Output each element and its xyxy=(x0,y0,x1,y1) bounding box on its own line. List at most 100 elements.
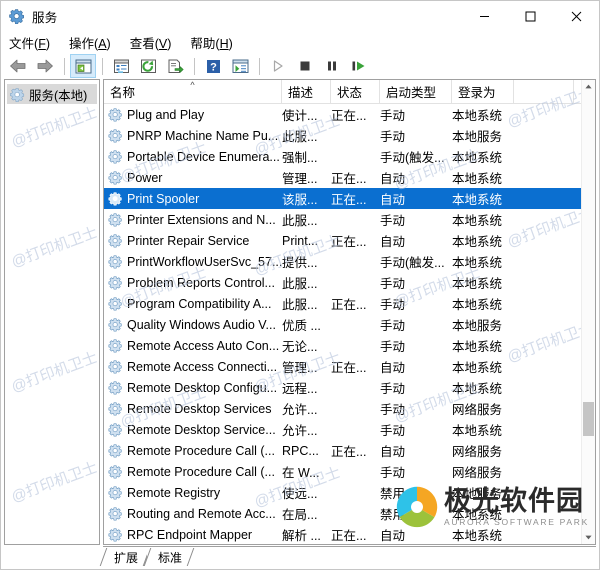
cell-desc: RPC... xyxy=(282,443,319,458)
cell-desc: 允许... xyxy=(282,403,318,417)
console-tree-pane: 服务(本地) @打印机卫士@打印机卫士@打印机卫士@打印机卫士@打印机卫士@打印… xyxy=(4,79,100,545)
table-row[interactable]: Quality Windows Audio V... 优质 ... 手动 本地服务 xyxy=(104,314,595,335)
service-gear-icon xyxy=(108,171,122,185)
cell-name: Remote Desktop Service... xyxy=(104,422,282,437)
console-body: 服务(本地) @打印机卫士 @打印机卫士 @打印机卫士 @打印机卫士 @打印机卫士 @打印… xyxy=(1,79,599,545)
cell-name: PNRP Machine Name Pu... xyxy=(104,128,282,143)
scrollbar-thumb[interactable] xyxy=(583,402,594,436)
column-header-name[interactable]: 名称 ^ xyxy=(104,80,282,103)
cell-desc: 此服... xyxy=(282,298,318,312)
table-row[interactable]: Problem Reports Control... 此服... 手动 本地系统 xyxy=(104,272,595,293)
column-header-label: 描述 xyxy=(288,86,314,100)
menu-view-label: 查看 xyxy=(129,36,155,51)
cell-startup: 手动 xyxy=(380,214,406,228)
cell-name: Plug and Play xyxy=(104,107,282,122)
cell-desc: 解析 ... xyxy=(282,529,321,543)
scroll-down-button[interactable] xyxy=(582,531,595,544)
service-name-label: Printer Repair Service xyxy=(127,233,250,248)
cell-logon: 本地系统 xyxy=(452,298,503,312)
chevron-up-icon xyxy=(585,84,592,89)
table-row[interactable]: Print Spooler 该服... 正在... 自动 本地系统 xyxy=(104,188,595,209)
table-row[interactable]: Printer Extensions and N... 此服... 手动 本地系统 xyxy=(104,209,595,230)
table-row[interactable]: Program Compatibility A... 此服... 正在... 手动 本地… xyxy=(104,293,595,314)
back-button[interactable] xyxy=(5,54,31,78)
close-button[interactable] xyxy=(553,1,599,31)
column-header-status[interactable]: 状态 xyxy=(331,80,380,103)
vertical-scrollbar[interactable] xyxy=(581,80,595,544)
service-name-label: Remote Access Connecti... xyxy=(127,359,278,374)
service-name-label: Printer Extensions and N... xyxy=(127,212,276,227)
cell-startup: 手动(触发... xyxy=(380,256,445,270)
tab-extended[interactable]: 扩展 xyxy=(103,548,148,566)
properties-button[interactable] xyxy=(108,54,134,78)
table-row[interactable]: PrintWorkflowUserSvc_57... 提供... 手动(触发... 本… xyxy=(104,251,595,272)
scroll-up-button[interactable] xyxy=(582,80,595,93)
restart-service-button[interactable] xyxy=(346,54,372,78)
tree-item-services-local[interactable]: 服务(本地) xyxy=(7,84,97,104)
cell-startup: 手动 xyxy=(380,403,406,417)
menu-help-accel: H xyxy=(219,36,229,51)
table-row[interactable]: PNRP Machine Name Pu... 此服... 手动 本地服务 xyxy=(104,125,595,146)
cell-name: Remote Desktop Services xyxy=(104,401,282,416)
cell-startup: 自动 xyxy=(380,193,406,207)
maximize-button[interactable] xyxy=(507,1,553,31)
cell-status: 正在... xyxy=(331,298,367,312)
cell-name: Remote Procedure Call (... xyxy=(104,464,282,479)
services-gear-icon xyxy=(10,87,25,102)
column-header-logon[interactable]: 登录为 xyxy=(452,80,514,103)
watermark-text: @打印机卫士 xyxy=(9,104,99,151)
window-controls xyxy=(461,1,599,31)
minimize-button[interactable] xyxy=(461,1,507,31)
refresh-button[interactable] xyxy=(135,54,161,78)
toolbar: ? xyxy=(1,53,599,79)
menu-view[interactable]: 查看(V) xyxy=(130,31,181,54)
column-header-desc[interactable]: 描述 xyxy=(282,80,331,103)
logo-chinese-name: 极光软件园 xyxy=(444,485,584,516)
refresh-icon xyxy=(140,59,156,73)
service-gear-icon xyxy=(108,150,122,164)
table-row[interactable]: Remote Procedure Call (... RPC... 正在... 自动 网… xyxy=(104,440,595,461)
show-console-tree-button[interactable] xyxy=(227,54,253,78)
table-row[interactable]: Printer Repair Service Print... 正在... 自动 本地系… xyxy=(104,230,595,251)
menu-action-accel: A xyxy=(98,36,107,51)
service-name-label: Portable Device Enumera... xyxy=(127,149,280,164)
forward-button[interactable] xyxy=(32,54,58,78)
column-header-startup[interactable]: 启动类型 xyxy=(380,80,452,103)
table-row[interactable]: Remote Desktop Service... 允许... 手动 本地系统 xyxy=(104,419,595,440)
column-header-label: 启动类型 xyxy=(386,86,437,100)
cell-desc: 在 W... xyxy=(282,466,320,480)
pause-service-button[interactable] xyxy=(319,54,345,78)
table-row[interactable]: Plug and Play 使计... 正在... 手动 本地系统 xyxy=(104,104,595,125)
cell-logon: 网络服务 xyxy=(452,403,503,417)
table-row[interactable]: Remote Procedure Call (... 在 W... 手动 网络服务 xyxy=(104,461,595,482)
cell-name: Printer Extensions and N... xyxy=(104,212,282,227)
stop-service-button[interactable] xyxy=(292,54,318,78)
table-row[interactable]: Remote Access Auto Con... 无论... 手动 本地系统 xyxy=(104,335,595,356)
table-row[interactable]: Remote Access Connecti... 管理... 正在... 自动 本地系… xyxy=(104,356,595,377)
menu-action[interactable]: 操作(A) xyxy=(69,31,120,54)
cell-name: Problem Reports Control... xyxy=(104,275,282,290)
tab-container: 扩展 标准 xyxy=(103,546,596,567)
minimize-icon xyxy=(479,15,489,17)
table-row[interactable]: Remote Desktop Configu... 远程... 手动 本地系统 xyxy=(104,377,595,398)
start-service-button[interactable] xyxy=(265,54,291,78)
cell-status: 正在... xyxy=(331,529,367,543)
left-arrow-icon xyxy=(10,59,26,73)
service-gear-icon xyxy=(108,129,122,143)
menu-help[interactable]: 帮助(H) xyxy=(190,31,241,54)
services-list-pane: @打印机卫士 @打印机卫士 @打印机卫士 @打印机卫士 @打印机卫士 @打印机卫士 @打印机… xyxy=(103,79,596,545)
service-name-label: Problem Reports Control... xyxy=(127,275,275,290)
show-hide-tree-button[interactable] xyxy=(70,54,96,78)
table-row[interactable]: Power 管理... 正在... 自动 本地系统 xyxy=(104,167,595,188)
title-bar: 服务 xyxy=(1,1,599,31)
column-header-pad[interactable] xyxy=(514,80,574,103)
tab-standard[interactable]: 标准 xyxy=(147,548,192,566)
toolbar-separator-4 xyxy=(259,57,260,75)
table-row[interactable]: Remote Desktop Services 允许... 手动 网络服务 xyxy=(104,398,595,419)
help-button[interactable]: ? xyxy=(200,54,226,78)
export-list-button[interactable] xyxy=(162,54,188,78)
service-name-label: Quality Windows Audio V... xyxy=(127,317,276,332)
table-row[interactable]: Portable Device Enumera... 强制... 手动(触发... 本… xyxy=(104,146,595,167)
service-name-label: Remote Desktop Services xyxy=(127,401,272,416)
menu-file[interactable]: 文件(F) xyxy=(9,31,59,54)
